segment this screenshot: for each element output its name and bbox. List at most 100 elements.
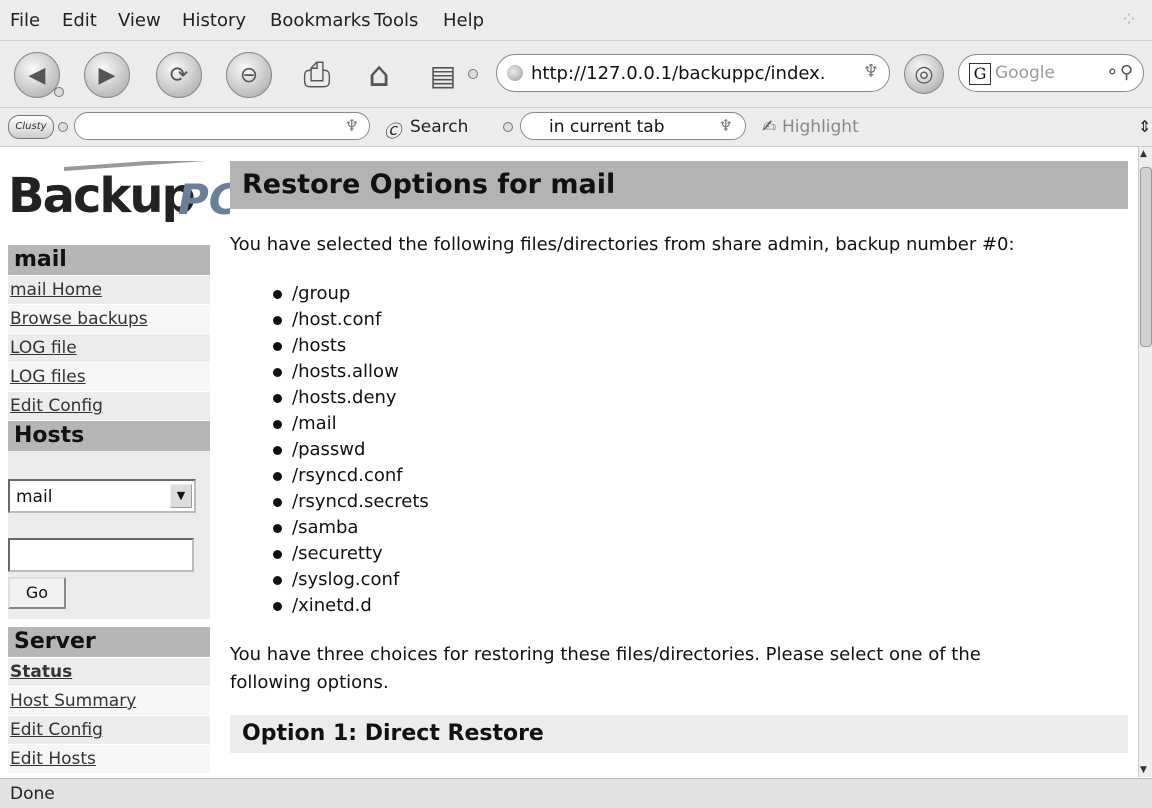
status-text: Done [10, 784, 55, 804]
file-path: /syslog.conf [292, 569, 400, 590]
search-toolbar: Clusty ♆ Ⓒ Search in current tab ♆ ✍ Hig… [0, 108, 1152, 147]
web-search-box[interactable]: G Google ⚬⚲ [958, 54, 1144, 92]
sidebar-link-server-edit-config[interactable]: Edit Config [8, 716, 210, 744]
bullet-icon [273, 498, 282, 507]
sidebar-link-edit-config[interactable]: Edit Config [8, 392, 210, 420]
scroll-down-arrow-icon[interactable]: ▼ [1140, 765, 1147, 775]
backuppc-sidebar: Backup PC mail mail Home Browse backups … [0, 147, 230, 777]
scroll-up-arrow-icon[interactable]: ▲ [1140, 149, 1147, 159]
bookmarks-dropdown-icon[interactable] [468, 69, 478, 79]
search-magnifier-icon[interactable]: ⚬⚲ [1105, 62, 1133, 83]
bullet-icon [273, 576, 282, 585]
tab-option-select[interactable]: in current tab ♆ [520, 112, 746, 140]
tab-option-dropdown-icon: ♆ [718, 116, 733, 135]
clusty-dropdown-icon[interactable] [58, 122, 68, 132]
toolbar-overflow-chevron-icon[interactable]: ⇕ [1138, 117, 1151, 136]
url-dropdown-icon[interactable]: ♆ [863, 61, 879, 82]
file-path: /rsyncd.secrets [292, 491, 429, 512]
bookmarks-icon: ▤ [429, 58, 457, 92]
search-options-dropdown-icon[interactable] [503, 122, 513, 132]
file-path: /xinetd.d [292, 595, 372, 616]
sidebar-link-log-file[interactable]: LOG file [8, 334, 210, 362]
bullet-icon [273, 524, 282, 533]
bullet-icon [273, 394, 282, 403]
forward-arrow-icon: ▶ [98, 62, 116, 88]
sidebar-link-browse-backups[interactable]: Browse backups [8, 305, 210, 333]
address-bar[interactable]: http://127.0.0.1/backuppc/index. ♆ [496, 54, 890, 92]
forward-button[interactable]: ▶ [84, 52, 130, 98]
activity-throbber-icon: ⁘ [1120, 7, 1138, 31]
status-bar: Done [0, 778, 1152, 808]
host-select-arrow-icon[interactable]: ▼ [170, 484, 192, 508]
file-path: /group [292, 283, 351, 304]
web-search-input[interactable]: Google [995, 63, 1055, 83]
bullet-icon [273, 368, 282, 377]
navigation-toolbar: ◀ ▶ ⟳ ⊖ ⎙ ⌂ ▤ http://127.0.0.1/backuppc/… [0, 41, 1152, 108]
site-globe-icon [507, 65, 523, 81]
menu-history[interactable]: History [182, 10, 246, 31]
sidebar-link-status[interactable]: Status [8, 658, 210, 686]
go-button[interactable]: Go [8, 577, 66, 609]
file-list-item: /hosts.deny [270, 385, 429, 411]
scrollbar-thumb[interactable] [1140, 167, 1152, 347]
toolbar-search-input[interactable]: ♆ [74, 112, 370, 140]
file-list-item: /mail [270, 411, 429, 437]
file-list-item: /group [270, 281, 429, 307]
logo-text: Backup [8, 168, 196, 223]
clusty-c-icon[interactable]: Ⓒ [384, 117, 401, 142]
file-path: /host.conf [292, 309, 382, 330]
page-title: Restore Options for mail [230, 161, 1128, 209]
go-url-button[interactable]: ◎ [904, 54, 944, 94]
menu-bookmarks[interactable]: Bookmarks [270, 10, 371, 31]
print-button[interactable]: ⎙ [294, 52, 340, 98]
menu-file[interactable]: File [10, 10, 40, 31]
menu-view[interactable]: View [118, 10, 161, 31]
bullet-icon [273, 472, 282, 481]
choices-text-line1: You have three choices for restoring the… [230, 644, 981, 665]
menu-help[interactable]: Help [443, 10, 484, 31]
back-arrow-icon: ◀ [28, 62, 46, 88]
reload-button[interactable]: ⟳ [156, 52, 202, 98]
printer-icon: ⎙ [303, 55, 331, 95]
stop-button[interactable]: ⊖ [226, 52, 272, 98]
file-path: /samba [292, 517, 359, 538]
highlight-pen-icon: ✍ [762, 117, 777, 137]
url-text[interactable]: http://127.0.0.1/backuppc/index. [531, 63, 826, 84]
file-path: /hosts.allow [292, 361, 399, 382]
file-path: /rsyncd.conf [292, 465, 403, 486]
file-list-item: /rsyncd.conf [270, 463, 429, 489]
bullet-icon [273, 550, 282, 559]
home-button[interactable]: ⌂ [356, 52, 402, 98]
home-icon: ⌂ [368, 55, 390, 95]
file-list-item: /rsyncd.secrets [270, 489, 429, 515]
hosts-section-header: Hosts [8, 421, 210, 451]
choices-text-line2: following options. [230, 672, 389, 693]
back-dropdown-icon[interactable] [54, 87, 64, 97]
bullet-icon [273, 602, 282, 611]
clusty-logo[interactable]: Clusty [8, 115, 54, 139]
logo-suffix: PC [178, 175, 230, 223]
highlight-button[interactable]: Highlight [782, 117, 859, 137]
toolbar-search-dropdown-icon[interactable]: ♆ [345, 116, 359, 135]
sidebar-link-edit-hosts[interactable]: Edit Hosts [8, 745, 210, 773]
backuppc-logo[interactable]: Backup PC [8, 161, 230, 223]
bullet-icon [273, 446, 282, 455]
menu-tools[interactable]: Tools [374, 10, 418, 31]
server-section-header: Server [8, 627, 210, 657]
sidebar-link-log-files[interactable]: LOG files [8, 363, 210, 391]
host-search-input[interactable] [8, 538, 194, 572]
menu-edit[interactable]: Edit [62, 10, 97, 31]
host-select[interactable]: mail ▼ [8, 479, 196, 513]
file-path: /passwd [292, 439, 366, 460]
google-engine-icon[interactable]: G [969, 63, 991, 85]
bullet-icon [273, 342, 282, 351]
toolbar-search-button[interactable]: Search [410, 117, 468, 137]
bookmarks-button[interactable]: ▤ [420, 52, 466, 98]
selected-files-list: /group/host.conf/hosts/hosts.allow/hosts… [270, 281, 429, 619]
main-content: Restore Options for mail You have select… [230, 147, 1134, 777]
sidebar-link-mail-home[interactable]: mail Home [8, 276, 210, 304]
file-list-item: /hosts.allow [270, 359, 429, 385]
file-list-item: /hosts [270, 333, 429, 359]
vertical-scrollbar[interactable]: ▲ ▼ [1138, 147, 1152, 777]
sidebar-link-host-summary[interactable]: Host Summary [8, 687, 210, 715]
